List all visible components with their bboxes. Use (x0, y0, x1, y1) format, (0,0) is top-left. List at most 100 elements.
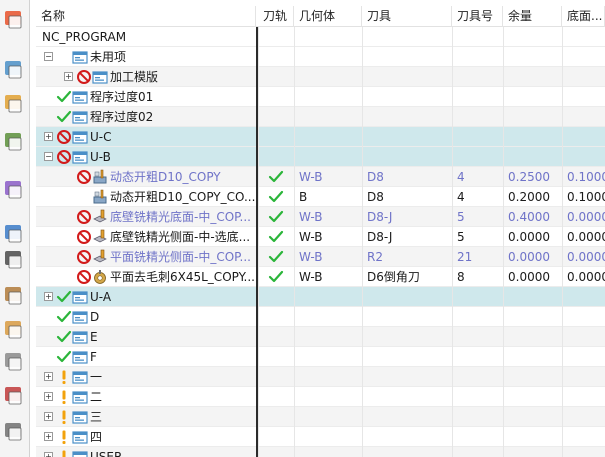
cell-floor (562, 27, 605, 47)
tree-node[interactable]: F (36, 347, 256, 367)
orient-view-icon[interactable] (2, 8, 26, 32)
table-row[interactable]: + 一 (36, 367, 605, 387)
cell-path (258, 287, 294, 307)
tree-node[interactable]: + U-C (36, 127, 256, 147)
tree-node[interactable]: 平面去毛刺6X45L_COPY... (36, 267, 256, 287)
column-header-tool-no[interactable]: 刀具号 (452, 6, 503, 27)
cell-stock: 0.4000 (508, 210, 550, 224)
table-row[interactable]: 程序过度01 (36, 87, 605, 107)
table-row[interactable]: + 三 (36, 407, 605, 427)
list-icon[interactable] (2, 248, 26, 272)
program-folder-icon (92, 71, 108, 84)
toolpath-ok-icon (258, 187, 294, 207)
tree-node[interactable]: 底壁铣精光底面-中_COP... (36, 207, 256, 227)
tree-node[interactable]: NC_PROGRAM (36, 27, 256, 47)
tree-node[interactable]: + 加工模版 (36, 67, 256, 87)
collapse-toggle[interactable]: − (44, 52, 53, 61)
cell-path (258, 87, 294, 107)
create-tool-icon[interactable] (2, 92, 26, 116)
cell-tool: R2 (367, 250, 383, 264)
table-row[interactable]: 平面去毛刺6X45L_COPY... W-B D6倒角刀 8 0.0000 0.0000 (36, 267, 605, 287)
tree-node[interactable]: 程序过度02 (36, 107, 256, 127)
table-row[interactable]: − 未用项 (36, 47, 605, 67)
expand-toggle[interactable]: + (44, 372, 53, 381)
prohibited-status (76, 249, 92, 265)
program-folder-node-icon (72, 389, 88, 405)
table-row[interactable]: + USER (36, 447, 605, 457)
tree-node[interactable]: + 四 (36, 427, 256, 447)
column-header-geometry[interactable]: 几何体 (294, 6, 362, 27)
table-row[interactable]: − U-B (36, 147, 605, 167)
table-row[interactable]: 底壁铣精光侧面-中-选底... W-B D8-J 5 0.0000 0.0000 (36, 227, 605, 247)
table-row[interactable]: + 加工模版 (36, 67, 605, 87)
tree-node[interactable]: D (36, 307, 256, 327)
floor-wall-mill-icon (93, 249, 107, 263)
tree-node[interactable]: + USER (36, 447, 256, 457)
program-folder-icon (72, 311, 88, 324)
column-header-name[interactable]: 名称 (36, 6, 256, 27)
column-header-stock[interactable]: 余量 (503, 6, 562, 27)
cell-floor: 0.0000 (567, 270, 605, 284)
tree-node[interactable]: + 一 (36, 367, 256, 387)
program-folder-node-icon (92, 69, 108, 85)
table-row[interactable]: + 二 (36, 387, 605, 407)
table-row[interactable]: 程序过度02 (36, 107, 605, 127)
workpiece-icon[interactable] (2, 318, 26, 342)
cell-tool-no (452, 447, 503, 457)
tree-node[interactable]: E (36, 327, 256, 347)
cube-icon[interactable] (2, 350, 26, 374)
table-row[interactable]: + U-C (36, 127, 605, 147)
tree-node[interactable]: 底壁铣精光侧面-中-选底... (36, 227, 256, 247)
table-row[interactable]: NC_PROGRAM (36, 27, 605, 47)
tree-node[interactable]: 程序过度01 (36, 87, 256, 107)
tree-node[interactable]: + 三 (36, 407, 256, 427)
table-row[interactable]: D (36, 307, 605, 327)
tree-node[interactable]: + U-A (36, 287, 256, 307)
create-program-icon[interactable] (2, 58, 26, 82)
column-header-tool[interactable]: 刀具 (362, 6, 452, 27)
check-icon (56, 290, 72, 303)
table-row[interactable]: E (36, 327, 605, 347)
table-row[interactable]: 动态开粗D10_COPY W-B D8 4 0.2500 0.1000 (36, 167, 605, 187)
create-method-icon[interactable] (2, 178, 26, 202)
part-icon[interactable] (2, 284, 26, 308)
cell-tool-no: 5 (457, 210, 465, 224)
node-label: 平面去毛刺6X45L_COPY... (110, 270, 255, 284)
tree-node[interactable]: + 二 (36, 387, 256, 407)
table-row[interactable]: 平面铣精光侧面-中_COP... W-B R2 21 0.0000 0.0000 (36, 247, 605, 267)
expand-toggle[interactable]: + (44, 412, 53, 421)
cell-tool-no: 4 (457, 190, 465, 204)
warning-status (56, 449, 72, 457)
expand-toggle[interactable]: + (44, 432, 53, 441)
column-header-path[interactable]: 刀轨 (258, 6, 294, 27)
collapse-toggle[interactable]: − (44, 152, 53, 161)
expand-toggle[interactable]: + (44, 452, 53, 457)
program-folder-icon (72, 51, 88, 64)
column-header-floor[interactable]: 底面... (562, 6, 605, 27)
expand-toggle[interactable]: + (44, 292, 53, 301)
tree-node[interactable]: 动态开粗D10_COPY (36, 167, 256, 187)
check-status (56, 89, 72, 105)
table-row[interactable]: 动态开粗D10_COPY_CO... B D8 4 0.2000 0.1000 (36, 187, 605, 207)
analysis-icon[interactable] (2, 420, 26, 444)
cell-tool: D8 (367, 190, 384, 204)
tree-node[interactable]: − 未用项 (36, 47, 256, 67)
regenerate-icon[interactable] (2, 222, 26, 246)
expand-toggle[interactable]: + (44, 392, 53, 401)
table-row[interactable]: F (36, 347, 605, 367)
tree-node[interactable]: 平面铣精光侧面-中_COP... (36, 247, 256, 267)
tree-node[interactable]: 动态开粗D10_COPY_CO... (36, 187, 256, 207)
table-row[interactable]: + U-A (36, 287, 605, 307)
table-row[interactable]: + 四 (36, 427, 605, 447)
create-geometry-icon[interactable] (2, 130, 26, 154)
table-row[interactable]: 底壁铣精光底面-中_COP... W-B D8-J 5 0.4000 0.0000 (36, 207, 605, 227)
check-status (56, 289, 72, 305)
expand-toggle[interactable]: + (44, 132, 53, 141)
tree-node[interactable]: − U-B (36, 147, 256, 167)
cell-stock: 0.0000 (508, 230, 550, 244)
measure-icon[interactable] (2, 384, 26, 408)
prohibited-icon (77, 70, 91, 84)
cell-floor (562, 307, 605, 327)
cell-tool: D8-J (367, 230, 393, 244)
expand-toggle[interactable]: + (64, 72, 73, 81)
